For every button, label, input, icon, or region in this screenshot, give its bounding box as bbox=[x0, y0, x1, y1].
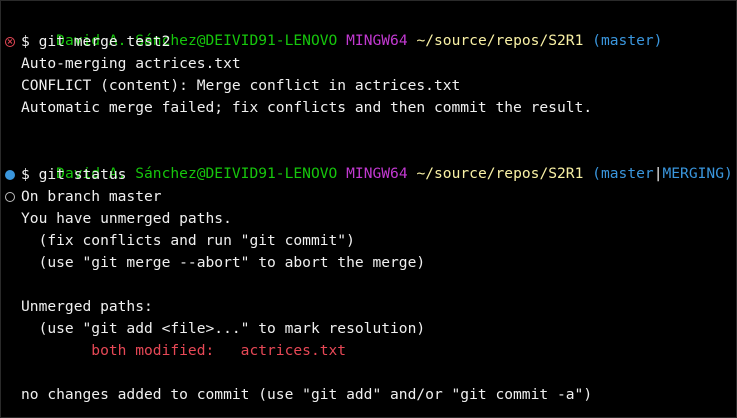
prompt-branch: (master) bbox=[592, 32, 663, 49]
prompt-line: David A. Sánchez@DEIVID91-LENOVO MINGW64… bbox=[21, 141, 733, 182]
prompt-line: David A. Sánchez@DEIVID91-LENOVO MINGW64… bbox=[21, 8, 662, 49]
output-line: (fix conflicts and run "git commit") bbox=[21, 232, 355, 249]
output-line: Unmerged paths: bbox=[21, 298, 153, 315]
hollow-circle-icon[interactable] bbox=[5, 192, 15, 202]
output-line: You have unmerged paths. bbox=[21, 210, 232, 227]
conflict-line: both modified: actrices.txt bbox=[21, 340, 346, 362]
prompt-branch-state: MERGING) bbox=[662, 165, 733, 182]
output-line: (use "git add <file>..." to mark resolut… bbox=[21, 320, 426, 337]
output-line: CONFLICT (content): Merge conflict in ac… bbox=[21, 77, 461, 94]
prompt-branch: (master bbox=[592, 165, 654, 182]
filled-circle-icon[interactable] bbox=[5, 170, 15, 180]
prompt-path: ~/source/repos/S2R1 bbox=[416, 165, 584, 182]
x-circle-icon[interactable]: × bbox=[5, 37, 15, 47]
output-line: Automatic merge failed; fix conflicts an… bbox=[21, 99, 593, 116]
prompt-shell: MINGW64 bbox=[346, 32, 408, 49]
conflict-file: actrices.txt bbox=[240, 342, 347, 359]
terminal-window[interactable]: David A. Sánchez@DEIVID91-LENOVO MINGW64… bbox=[0, 0, 737, 418]
conflict-label: both modified: bbox=[21, 342, 241, 359]
output-line: no changes added to commit (use "git add… bbox=[21, 386, 593, 403]
prompt-path: ~/source/repos/S2R1 bbox=[416, 32, 584, 49]
prompt-shell: MINGW64 bbox=[346, 165, 408, 182]
command-line: $ git status bbox=[21, 166, 127, 183]
output-line: Auto-merging actrices.txt bbox=[21, 55, 241, 72]
output-line: (use "git merge --abort" to abort the me… bbox=[21, 254, 426, 271]
output-line: On branch master bbox=[21, 188, 162, 205]
command-line: $ git merge test2 bbox=[21, 33, 171, 50]
